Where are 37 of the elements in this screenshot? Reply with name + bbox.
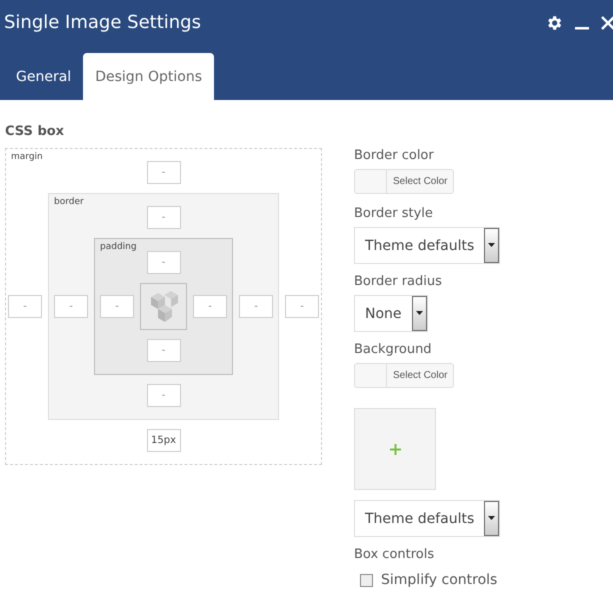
box-value-field[interactable]: 15px (146, 429, 180, 452)
option-label: Border radius (354, 274, 442, 289)
box-value-field[interactable]: - (8, 295, 42, 318)
caret-icon (412, 296, 427, 331)
plus-icon (390, 444, 400, 454)
checkbox-option[interactable]: Simplify controls (354, 572, 498, 588)
box-label: padding (100, 242, 137, 252)
box-value-field[interactable]: - (285, 295, 319, 318)
window-title: Single Image Settings (4, 12, 201, 33)
close-icon[interactable] (601, 16, 613, 30)
tab[interactable]: General (4, 53, 84, 100)
box-value-field[interactable]: - (239, 295, 273, 318)
box-value-field[interactable]: - (146, 206, 180, 229)
box-value-field[interactable]: - (146, 339, 180, 362)
checkbox[interactable] (360, 574, 373, 586)
box-value-field[interactable]: - (54, 295, 88, 318)
section-title: CSS box (5, 124, 66, 139)
box-value-field[interactable]: - (146, 384, 180, 407)
tab[interactable]: Design Options (83, 53, 214, 100)
box-value-field[interactable]: - (100, 295, 134, 318)
dropdown[interactable]: Theme defaults (354, 500, 500, 537)
box-value-field[interactable]: - (146, 161, 180, 184)
box-value-field[interactable]: - (193, 295, 227, 318)
color-picker-button[interactable]: Select Color (354, 169, 454, 194)
box-label: margin (11, 152, 43, 162)
caret-icon (484, 501, 500, 536)
option-label: Border style (354, 206, 433, 221)
box-value-field[interactable]: - (146, 251, 180, 274)
dropdown[interactable]: Theme defaults (354, 227, 500, 264)
option-label: Background (354, 342, 432, 357)
cubes-icon (148, 290, 178, 322)
box-label: border (54, 197, 84, 207)
option-label: Box controls (354, 547, 434, 562)
option-label: Border color (354, 148, 434, 163)
caret-icon (484, 228, 500, 263)
dropdown[interactable]: None (354, 295, 428, 332)
color-picker-button[interactable]: Select Color (354, 363, 454, 388)
